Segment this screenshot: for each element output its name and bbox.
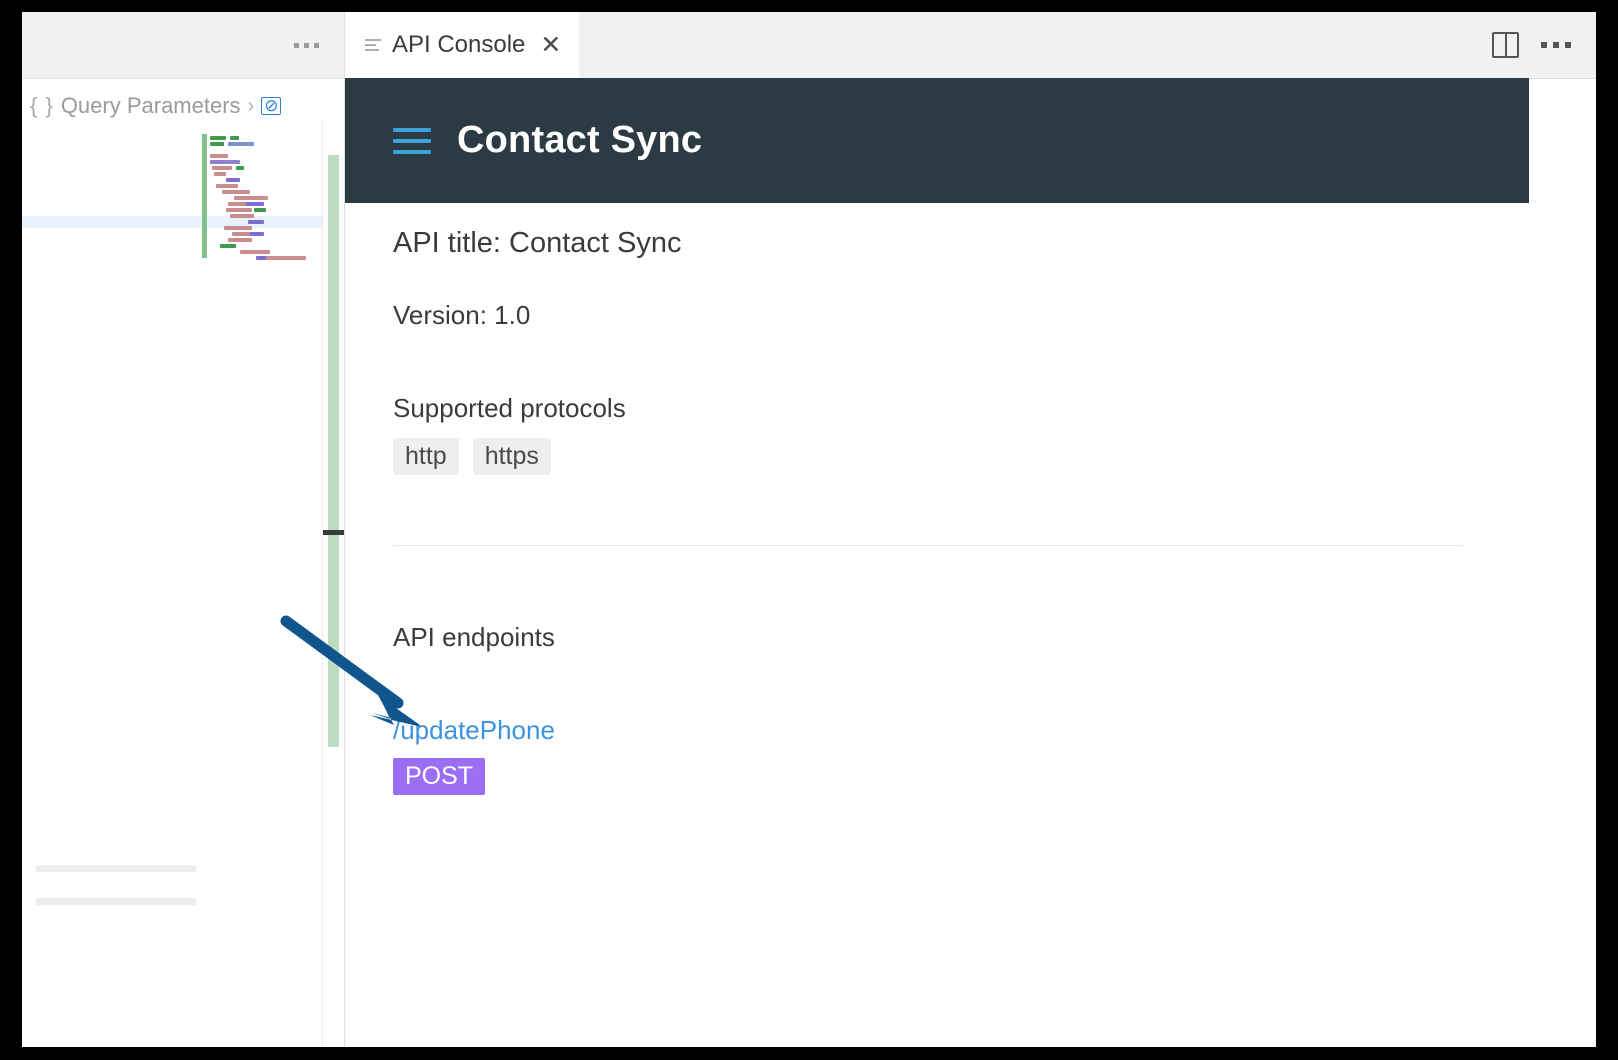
supported-protocols-label: Supported protocols (393, 393, 626, 423)
breadcrumb-file-label[interactable]: Query Parameters (61, 93, 241, 119)
ellipsis-icon[interactable] (1541, 42, 1571, 48)
code-minimap[interactable] (182, 130, 322, 265)
minimap-code-line (226, 178, 240, 182)
minimap-code-line (240, 250, 270, 254)
split-editor-icon[interactable] (1492, 32, 1519, 58)
page-title: Contact Sync (457, 119, 703, 161)
api-console-panel: API Console ✕ Contact Sync API title: Co… (344, 12, 1596, 1047)
ellipsis-dot (1553, 42, 1559, 48)
minimap-code-line (246, 202, 264, 206)
close-icon[interactable]: ✕ (540, 32, 561, 58)
minimap-code-line (210, 154, 228, 158)
hamburger-icon[interactable] (393, 127, 431, 154)
minimap-code-line (210, 142, 224, 146)
overview-ruler[interactable] (322, 120, 346, 1047)
tab-bar-actions (1492, 12, 1596, 78)
minimap-code-line (228, 238, 252, 242)
minimap-code-line (210, 136, 226, 140)
scrollbar-thumb[interactable] (328, 155, 339, 747)
minimap-code-line (216, 184, 238, 188)
minimap-code-line (226, 208, 252, 212)
api-title-text: API title: Contact Sync (393, 227, 682, 259)
endpoint-list: /updatePhone POST (393, 715, 1533, 795)
endpoint-path-link[interactable]: /updatePhone (393, 715, 555, 746)
tab-api-console[interactable]: API Console ✕ (345, 12, 580, 78)
protocol-chip-list: http https (393, 438, 1533, 475)
minimap-code-line (230, 136, 239, 140)
minimap-code-line (212, 166, 232, 170)
minimap-code-line (232, 232, 252, 236)
minimap-code-line (250, 232, 264, 236)
placeholder-bar (36, 898, 196, 905)
preview-lines-icon (365, 39, 381, 51)
protocol-chip: http (393, 438, 459, 475)
minimap-code-line (254, 208, 266, 212)
minimap-code-line (266, 256, 306, 260)
chevron-right-icon: › (247, 94, 255, 117)
editor-panel: { } Query Parameters › ⊘ (22, 12, 346, 1047)
ellipsis-dot (303, 42, 309, 48)
endpoint-item: /updatePhone POST (393, 715, 1533, 795)
tab-label: API Console (392, 31, 526, 58)
ellipsis-icon[interactable] (284, 32, 328, 58)
minimap-gutter-bar (202, 134, 207, 258)
screenshot-root: { } Query Parameters › ⊘ API Console ✕ C… (0, 0, 1618, 1060)
ellipsis-dot (293, 42, 299, 48)
ellipsis-dot (313, 42, 319, 48)
minimap-code-line (224, 226, 252, 230)
api-content: API title: Contact Sync Version: 1.0 Sup… (393, 227, 1533, 795)
api-version-text: Version: 1.0 (393, 300, 531, 330)
editor-panel-header (22, 12, 344, 79)
minimap-code-line (236, 166, 244, 170)
protocol-chip: https (472, 438, 551, 475)
minimap-code-line (230, 214, 254, 218)
api-endpoints-label: API endpoints (393, 622, 555, 652)
minimap-code-line (210, 160, 240, 164)
ellipsis-dot (1541, 42, 1547, 48)
minimap-code-line (248, 220, 264, 224)
ellipsis-dot (1565, 42, 1571, 48)
app-window: { } Query Parameters › ⊘ API Console ✕ C… (22, 12, 1596, 1047)
minimap-code-line (222, 190, 250, 194)
scrollbar-marker (323, 530, 345, 535)
http-method-badge[interactable]: POST (393, 758, 486, 795)
minimap-code-line (234, 196, 268, 200)
placeholder-bar (36, 865, 196, 872)
symbol-badge-icon[interactable]: ⊘ (261, 97, 282, 115)
json-braces-icon: { } (30, 93, 54, 118)
minimap-code-line (228, 142, 254, 146)
minimap-code-line (220, 244, 236, 248)
editor-body[interactable] (22, 130, 344, 1047)
app-header: Contact Sync (345, 78, 1529, 203)
minimap-code-line (214, 172, 226, 176)
breadcrumb[interactable]: { } Query Parameters › ⊘ (30, 88, 282, 124)
section-divider (393, 545, 1463, 546)
tab-bar: API Console ✕ (345, 12, 1596, 79)
